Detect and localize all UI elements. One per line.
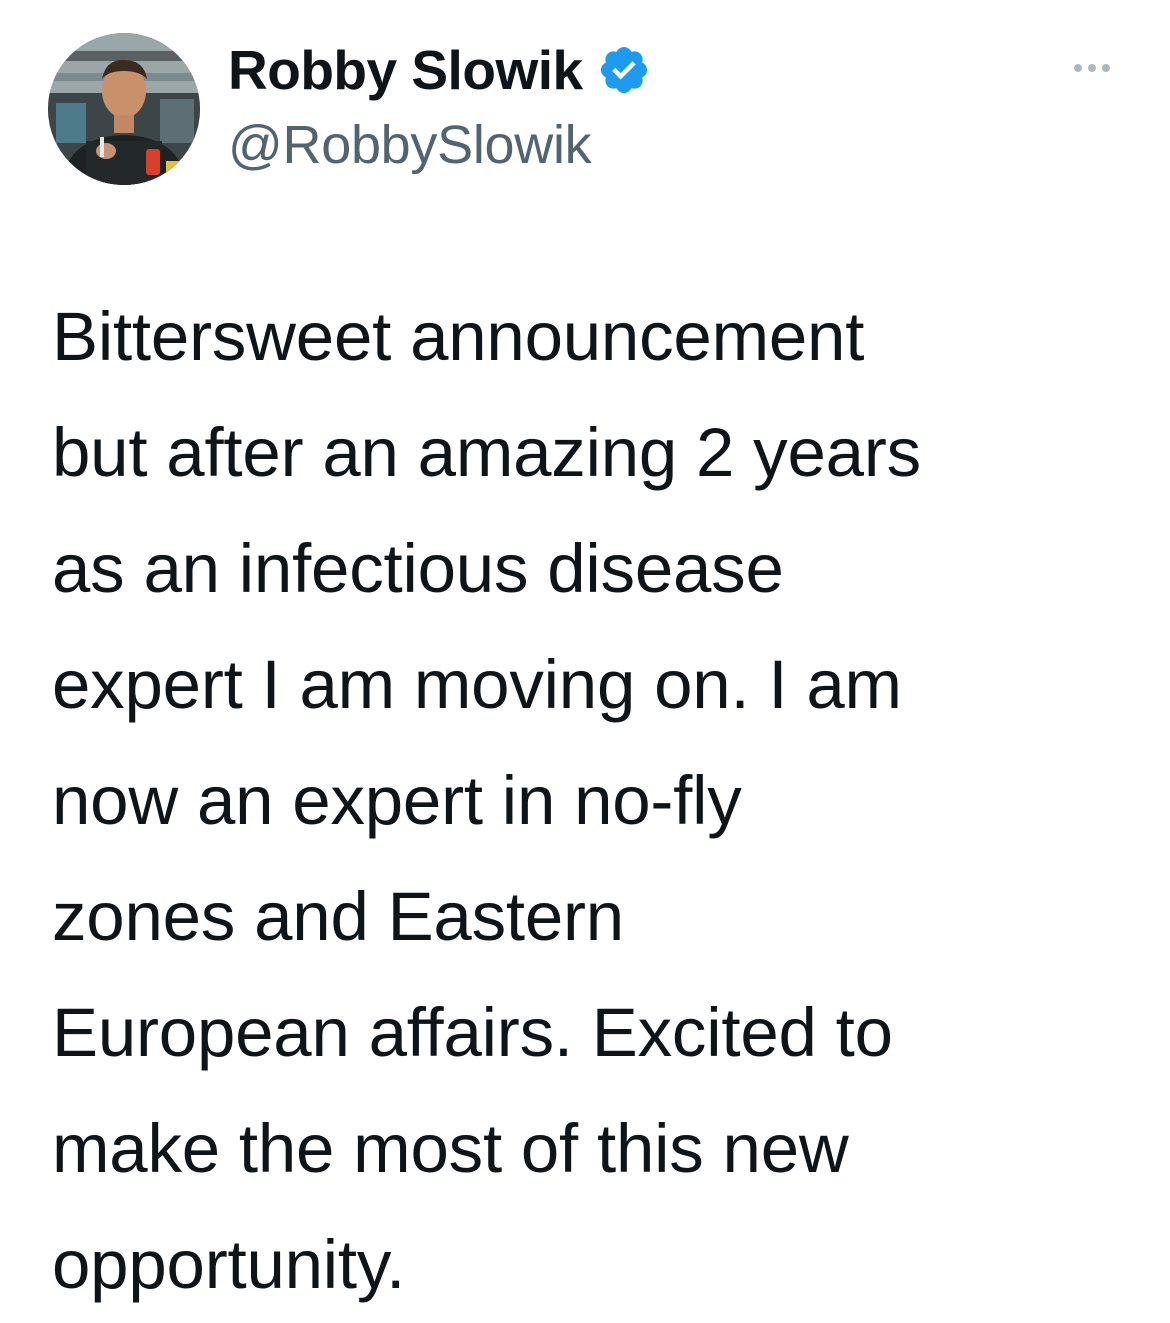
avatar[interactable] [48,33,200,185]
tweet-text-line: now an expert in no-fly [52,762,742,839]
tweet-text-line: European affairs. Excited to [52,994,893,1071]
more-options-icon[interactable] [1068,58,1116,78]
tweet-text-line: Bittersweet announcement [52,298,865,375]
avatar-photo [48,33,200,185]
more-dot [1074,64,1082,72]
tweet-text-line: but after an amazing 2 years [52,414,921,491]
author-handle[interactable]: @RobbySlowik [228,114,592,176]
tweet-text-line: make the most of this new [52,1110,849,1187]
author-display-name[interactable]: Robby Slowik [228,38,583,102]
tweet-text-line: zones and Eastern [52,878,624,955]
more-dot [1102,64,1110,72]
more-dot [1088,64,1096,72]
tweet-text-line: expert I am moving on. I am [52,646,902,723]
tweet-text-line: opportunity. [52,1226,406,1303]
verified-badge-icon [597,43,651,97]
author-name-row: Robby Slowik [228,38,651,102]
tweet-card: Robby Slowik @RobbySlowik Bittersweet an… [0,0,1170,1315]
tweet-text: Bittersweet announcement but after an am… [52,279,1142,1323]
tweet-text-line: as an infectious disease [52,530,784,607]
